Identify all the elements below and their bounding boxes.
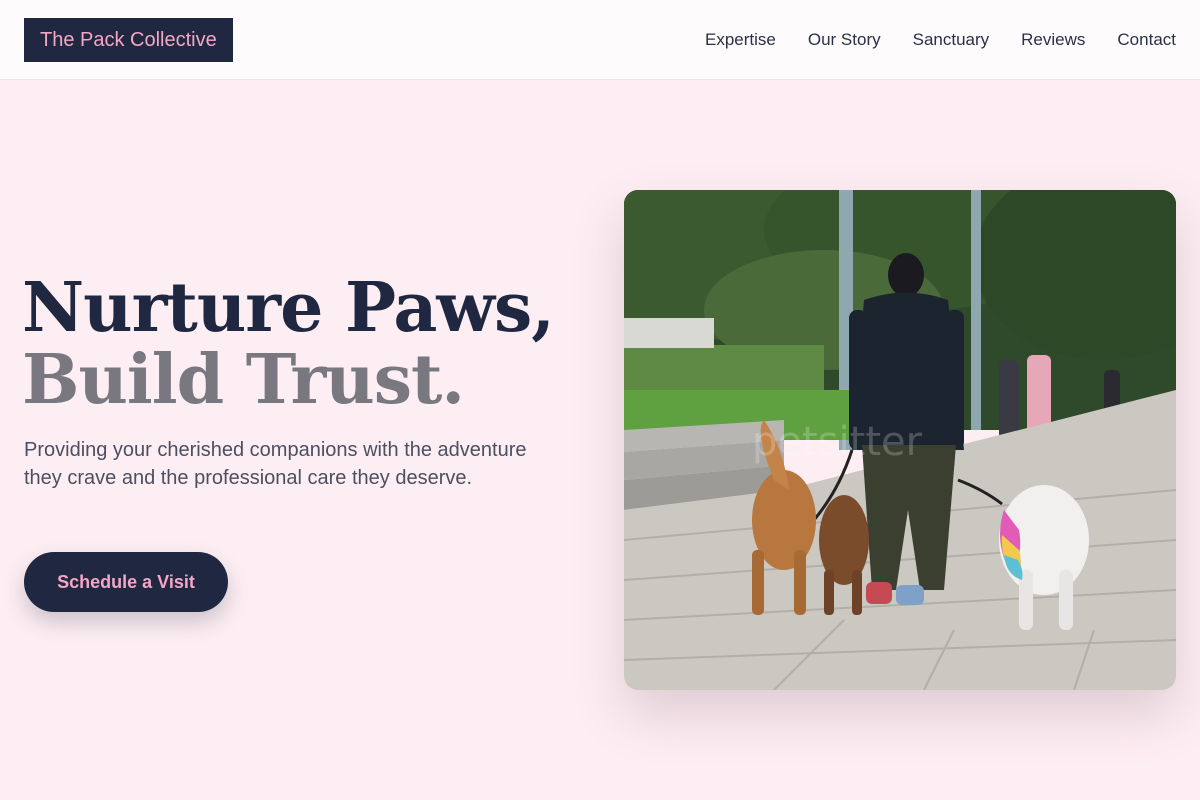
- hero-photo-dog-walker: petsitter: [624, 190, 1176, 690]
- hero-title: Nurture Paws, Build Trust.: [22, 268, 555, 420]
- photo-watermark: petsitter: [752, 419, 923, 465]
- hero-title-line2: Build Trust.: [22, 340, 465, 420]
- schedule-visit-button[interactable]: Schedule a Visit: [24, 552, 228, 612]
- nav-item-sanctuary[interactable]: Sanctuary: [913, 28, 990, 52]
- site-header: The Pack Collective Expertise Our Story …: [0, 0, 1200, 80]
- nav-item-our-story[interactable]: Our Story: [808, 28, 881, 52]
- main-nav: Expertise Our Story Sanctuary Reviews Co…: [705, 28, 1176, 52]
- hero-subtitle: Providing your cherished companions with…: [24, 439, 527, 489]
- nav-item-expertise[interactable]: Expertise: [705, 28, 776, 52]
- nav-item-contact[interactable]: Contact: [1117, 28, 1176, 52]
- hero-title-line1: Nurture Paws,: [22, 268, 555, 348]
- nav-item-reviews[interactable]: Reviews: [1021, 28, 1085, 52]
- brand-logo[interactable]: The Pack Collective: [24, 18, 233, 62]
